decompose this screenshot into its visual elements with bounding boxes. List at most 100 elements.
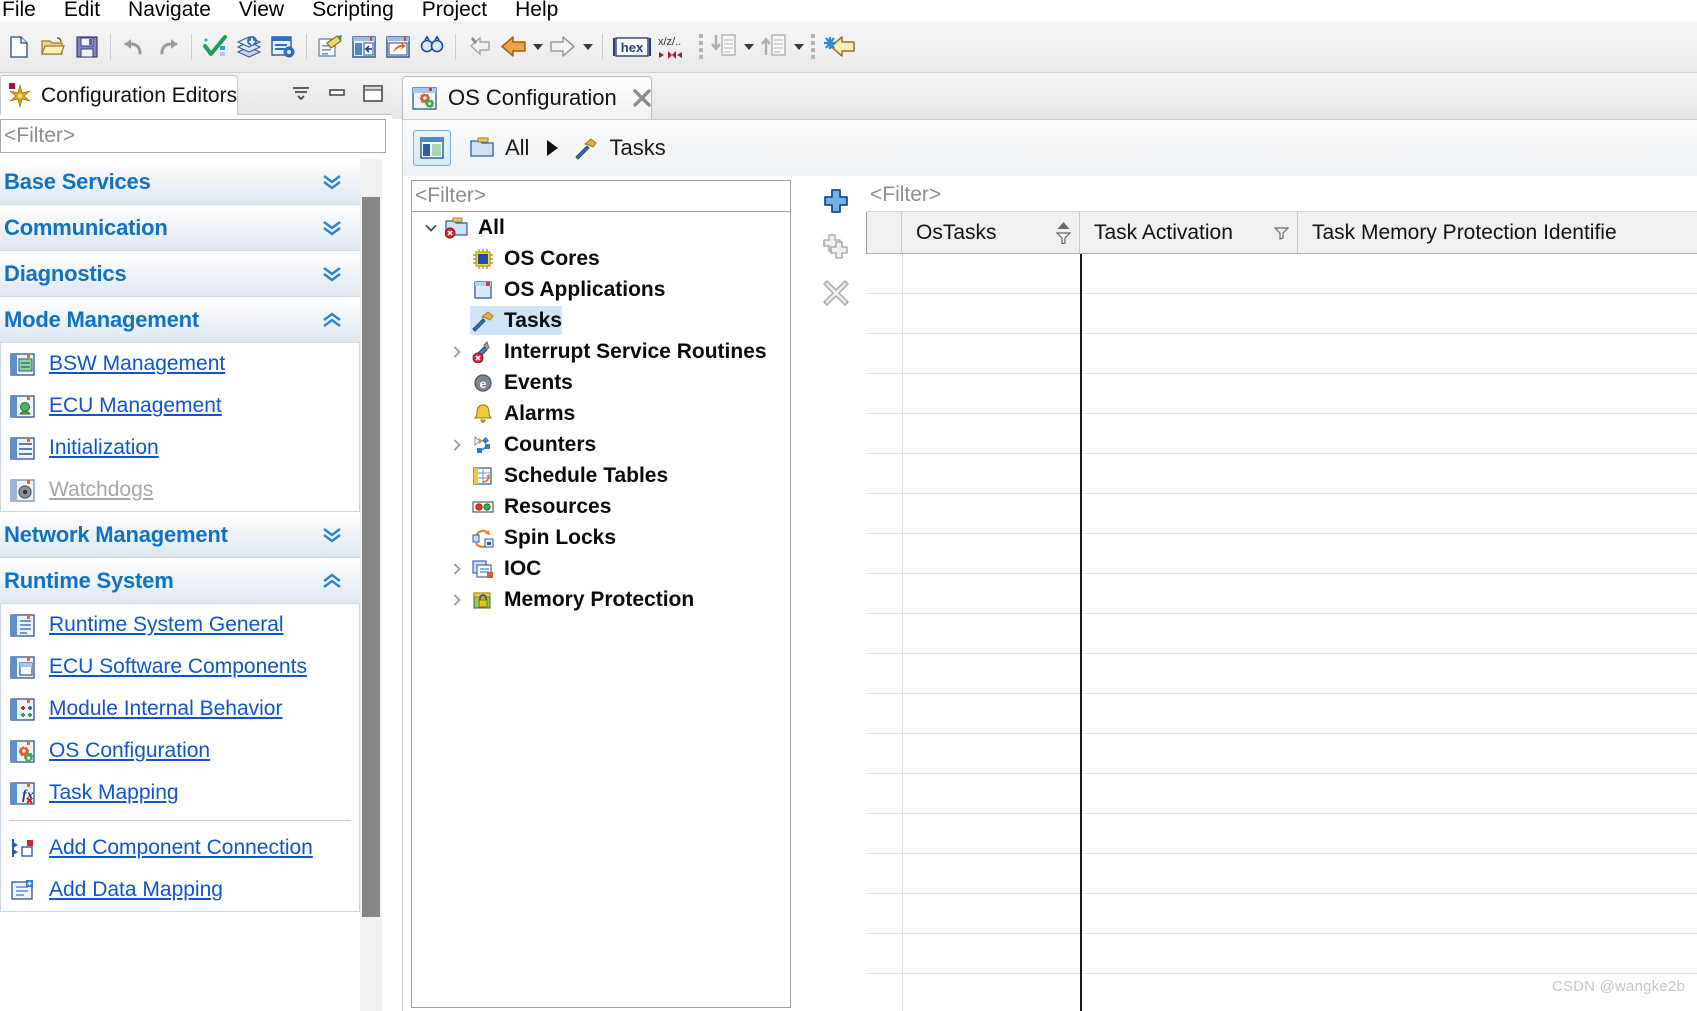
- menu-item-file[interactable]: File: [0, 0, 50, 21]
- back-pin-icon[interactable]: [462, 30, 496, 64]
- table-row[interactable]: [866, 854, 1697, 894]
- download-dropdown-icon[interactable]: [741, 32, 757, 62]
- new-element-icon[interactable]: [819, 30, 859, 64]
- left-panel-filter-input[interactable]: <Filter>: [0, 119, 386, 153]
- menu-item-edit[interactable]: Edit: [50, 0, 114, 21]
- table-row[interactable]: [866, 534, 1697, 574]
- tree-node-schedule-tables[interactable]: Schedule Tables: [412, 460, 790, 491]
- left-panel-scrollbar[interactable]: [360, 159, 382, 1011]
- tree-node-interrupt-service-routines[interactable]: Interrupt Service Routines: [412, 336, 790, 367]
- duplicate-row-button[interactable]: [816, 228, 856, 266]
- sidebar-item-initialization[interactable]: Initialization: [1, 427, 359, 469]
- hex-icon[interactable]: hex: [609, 30, 655, 64]
- tree-node-all[interactable]: All: [412, 212, 790, 243]
- table-row[interactable]: [866, 734, 1697, 774]
- variant-icon[interactable]: x/z/..: [655, 30, 695, 64]
- column-header-controls[interactable]: [1274, 212, 1289, 253]
- new-file-icon[interactable]: [2, 30, 36, 64]
- tree-node-ioc[interactable]: IOC: [412, 553, 790, 584]
- generate-icon[interactable]: [232, 30, 266, 64]
- sidebar-item-add-component-connection[interactable]: Add Component Connection: [1, 827, 359, 869]
- tree-filter-input[interactable]: <Filter>: [411, 180, 791, 212]
- tree-node-os-applications[interactable]: OS Applications: [412, 274, 790, 305]
- table-filter-input[interactable]: <Filter>: [866, 178, 1697, 212]
- edit-document-icon[interactable]: [313, 30, 347, 64]
- table-row[interactable]: [866, 414, 1697, 454]
- search-icon[interactable]: [415, 30, 449, 64]
- column-header-controls[interactable]: [1056, 212, 1071, 253]
- sort-ascending-icon[interactable]: [1056, 221, 1071, 244]
- sidebar-item-ecu-management[interactable]: ECU Management: [1, 385, 359, 427]
- table-row[interactable]: [866, 654, 1697, 694]
- sidebar-item-os-configuration[interactable]: OS Configuration: [1, 730, 359, 772]
- validate-icon[interactable]: [198, 30, 232, 64]
- breadcrumb-item-tasks[interactable]: Tasks: [573, 135, 666, 161]
- tab-configuration-editors[interactable]: Configuration Editors: [0, 75, 238, 115]
- sidebar-item-ecu-software-components[interactable]: ECU Software Components: [1, 646, 359, 688]
- delete-row-button[interactable]: [816, 274, 856, 312]
- section-header-diagnostics[interactable]: Diagnostics: [0, 251, 360, 297]
- sidebar-item-task-mapping[interactable]: fx Task Mapping: [1, 772, 359, 814]
- tree-node-memory-protection[interactable]: Memory Protection: [412, 584, 790, 615]
- toolbar-drag-handle[interactable]: [807, 33, 819, 61]
- forward-dropdown-icon[interactable]: [580, 32, 596, 62]
- section-header-communication[interactable]: Communication: [0, 205, 360, 251]
- menu-item-scripting[interactable]: Scripting: [298, 0, 408, 21]
- sidebar-item-watchdogs[interactable]: Watchdogs: [1, 469, 359, 511]
- table-row[interactable]: [866, 454, 1697, 494]
- upload-icon[interactable]: [757, 30, 791, 64]
- chevron-right-icon[interactable]: [444, 584, 470, 615]
- sidebar-item-runtime-system-general[interactable]: Runtime System General: [1, 604, 359, 646]
- tree-toggle-icon[interactable]: [413, 130, 451, 166]
- view-menu-icon[interactable]: [288, 81, 314, 105]
- section-header-network-management[interactable]: Network Management: [0, 512, 360, 558]
- table-column-task-activation[interactable]: Task Activation: [1080, 212, 1298, 253]
- table-row[interactable]: [866, 494, 1697, 534]
- scrollbar-thumb[interactable]: [362, 197, 380, 917]
- sidebar-item-module-internal-behavior[interactable]: Module Internal Behavior: [1, 688, 359, 730]
- undo-icon[interactable]: [117, 30, 151, 64]
- sidebar-item-add-data-mapping[interactable]: Add Data Mapping: [1, 869, 359, 911]
- table-row[interactable]: [866, 614, 1697, 654]
- table-column-rownum[interactable]: [866, 212, 902, 253]
- table-row[interactable]: [866, 894, 1697, 934]
- report-icon[interactable]: [266, 30, 300, 64]
- download-icon[interactable]: [707, 30, 741, 64]
- breadcrumb-item-all[interactable]: All: [469, 135, 529, 161]
- menu-item-navigate[interactable]: Navigate: [114, 0, 225, 21]
- tree-node-resources[interactable]: Resources: [412, 491, 790, 522]
- maximize-icon[interactable]: [360, 81, 386, 105]
- close-icon[interactable]: [631, 87, 653, 109]
- menu-item-view[interactable]: View: [225, 0, 298, 21]
- tree-node-alarms[interactable]: Alarms: [412, 398, 790, 429]
- table-column-task-memory-protection[interactable]: Task Memory Protection Identifie: [1298, 212, 1697, 253]
- redo-icon[interactable]: [151, 30, 185, 64]
- filter-funnel-icon[interactable]: [1274, 226, 1289, 240]
- back-arrow-icon[interactable]: [496, 30, 530, 64]
- toolbar-drag-handle[interactable]: [695, 33, 707, 61]
- tree-node-events[interactable]: e Events: [412, 367, 790, 398]
- tree-node-spin-locks[interactable]: Spin Locks: [412, 522, 790, 553]
- menu-item-help[interactable]: Help: [501, 0, 572, 21]
- table-row[interactable]: [866, 574, 1697, 614]
- tree-node-os-cores[interactable]: OS Cores: [412, 243, 790, 274]
- table-row[interactable]: [866, 334, 1697, 374]
- menu-item-project[interactable]: Project: [408, 0, 501, 21]
- table-row[interactable]: [866, 774, 1697, 814]
- forward-arrow-icon[interactable]: [546, 30, 580, 64]
- tab-os-configuration[interactable]: OS Configuration: [402, 76, 652, 119]
- import-view-icon[interactable]: [347, 30, 381, 64]
- add-row-button[interactable]: [816, 182, 856, 220]
- tree-node-counters[interactable]: Counters: [412, 429, 790, 460]
- minimize-icon[interactable]: [324, 81, 350, 105]
- table-row[interactable]: [866, 374, 1697, 414]
- chevron-right-icon[interactable]: [444, 429, 470, 460]
- table-row[interactable]: [866, 934, 1697, 974]
- chevron-right-icon[interactable]: [444, 553, 470, 584]
- open-folder-icon[interactable]: [36, 30, 70, 64]
- sidebar-item-bsw-management[interactable]: BSW Management: [1, 343, 359, 385]
- section-header-base-services[interactable]: Base Services: [0, 159, 360, 205]
- section-header-mode-management[interactable]: Mode Management: [0, 297, 360, 343]
- table-row[interactable]: [866, 814, 1697, 854]
- table-row[interactable]: [866, 294, 1697, 334]
